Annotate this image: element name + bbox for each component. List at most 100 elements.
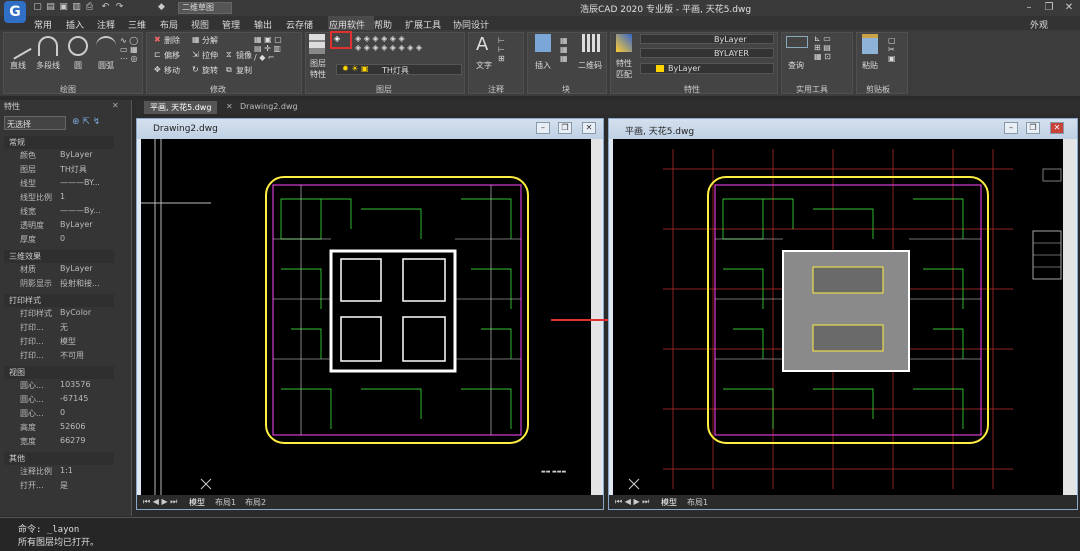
sheet-nav-right-icon[interactable]: ⏮ ◀ ▶ ⏭: [615, 497, 649, 507]
open-icon[interactable]: ▤: [45, 2, 56, 13]
property-category[interactable]: 三维效果: [4, 250, 114, 263]
selection-select[interactable]: 无选择: [4, 116, 66, 130]
util-tools-icon[interactable]: ⊾ ▭ ⊞ ▤ ▦ ⊡: [814, 34, 831, 61]
ribbon-erase[interactable]: 删除: [164, 35, 180, 46]
sheet-tab-model-left[interactable]: 模型: [189, 497, 205, 508]
property-value[interactable]: 投射和接...: [60, 278, 100, 289]
ribbon-mirror[interactable]: 镜像: [236, 50, 252, 61]
property-value[interactable]: 无: [60, 322, 68, 333]
minimize-icon[interactable]: –: [1022, 1, 1036, 14]
paste-icon[interactable]: [862, 34, 878, 54]
ribbon-text[interactable]: 文字: [476, 60, 492, 71]
lineweight-select[interactable]: [640, 48, 774, 58]
ribbon-move[interactable]: 移动: [164, 65, 180, 76]
workspace-select[interactable]: 二维草图: [178, 2, 232, 14]
layer-on-icon[interactable]: ◈: [334, 34, 340, 43]
sheet-tab-layout2-left[interactable]: 布局2: [245, 497, 266, 508]
arc-icon[interactable]: [96, 36, 116, 56]
mirror-icon[interactable]: ⧖: [226, 50, 232, 60]
ribbon-insert[interactable]: 插入: [535, 60, 551, 71]
layer-tools-icon[interactable]: ◈ ◈ ◈ ◈ ◈ ◈ ◈ ◈ ◈ ◈ ◈ ◈ ◈ ◈: [355, 34, 422, 52]
stretch-icon[interactable]: ⇲: [192, 50, 199, 59]
property-value[interactable]: TH灯具: [60, 164, 87, 175]
polyline-icon[interactable]: [38, 36, 58, 56]
app-logo[interactable]: G: [4, 1, 26, 23]
dim-icon[interactable]: ⊢ ⊢ ⊞: [498, 36, 505, 63]
qrcode-icon[interactable]: [582, 34, 600, 52]
doc-tab-active[interactable]: 平画, 天花5.dwg: [144, 101, 218, 114]
right-minimize-icon[interactable]: –: [1004, 122, 1018, 134]
sheet-tab-layout1-left[interactable]: 布局1: [215, 497, 236, 508]
circle-icon[interactable]: [68, 36, 88, 56]
layer-properties-icon[interactable]: [309, 34, 325, 54]
offset-icon[interactable]: ⊏: [154, 50, 161, 59]
new-icon[interactable]: ▢: [32, 2, 43, 13]
draw-tools-icon[interactable]: ∿ ◯ ▭ ▦ ⋯ ◎: [120, 36, 138, 63]
property-value[interactable]: ———BY...: [60, 178, 100, 187]
ribbon-line[interactable]: 直线: [10, 60, 26, 71]
property-category[interactable]: 打印样式: [4, 294, 114, 307]
ribbon-match-properties[interactable]: 特性 匹配: [616, 58, 632, 80]
property-value[interactable]: 52606: [60, 422, 85, 431]
ribbon-paste[interactable]: 粘贴: [862, 60, 878, 71]
property-value[interactable]: 1:1: [60, 466, 73, 475]
drawing-canvas-right[interactable]: [613, 139, 1063, 495]
move-icon[interactable]: ✥: [154, 65, 161, 74]
property-value[interactable]: 不可用: [60, 350, 84, 361]
property-value[interactable]: ByLayer: [60, 264, 93, 273]
copy-icon[interactable]: ⧉: [226, 65, 232, 75]
select-tools-icon[interactable]: ⊕ ⇱ ↯: [72, 117, 100, 127]
ribbon-query[interactable]: 查询: [788, 60, 804, 71]
property-value[interactable]: -67145: [60, 394, 88, 403]
property-category[interactable]: 常规: [4, 136, 114, 149]
left-minimize-icon[interactable]: –: [536, 122, 550, 134]
property-category[interactable]: 其他: [4, 452, 114, 465]
erase-icon[interactable]: ✖: [154, 35, 161, 44]
right-close-icon[interactable]: ✕: [1050, 122, 1064, 134]
property-value[interactable]: 66279: [60, 436, 85, 445]
close-icon[interactable]: ✕: [1062, 1, 1076, 14]
doc-tab-drawing2[interactable]: Drawing2.dwg: [234, 101, 304, 114]
ribbon-explode[interactable]: 分解: [202, 35, 218, 46]
left-close-icon[interactable]: ✕: [582, 122, 596, 134]
save-icon[interactable]: ▣: [58, 2, 69, 13]
modify-more-icon[interactable]: ▦ ▣ ▢ ▤ ✛ ▥ / ◆ ⌐: [254, 35, 282, 62]
block-tools-icon[interactable]: ▦ ▦ ▦: [560, 36, 568, 63]
properties-close-icon[interactable]: ✕: [112, 101, 119, 110]
left-restore-icon[interactable]: ❐: [558, 122, 572, 134]
cube-icon[interactable]: ◆: [156, 2, 167, 13]
right-restore-icon[interactable]: ❐: [1026, 122, 1040, 134]
saveas-icon[interactable]: ▥: [71, 2, 82, 13]
property-value[interactable]: 是: [60, 480, 68, 491]
explode-icon[interactable]: ▦: [192, 35, 200, 44]
ribbon-layer-properties[interactable]: 图层 特性: [310, 58, 326, 80]
redo-icon[interactable]: ↷: [114, 2, 125, 13]
command-line[interactable]: [0, 517, 1080, 551]
ribbon-polyline[interactable]: 多段线: [36, 60, 60, 71]
ribbon-rotate[interactable]: 旋转: [202, 65, 218, 76]
property-value[interactable]: ByLayer: [60, 150, 93, 159]
sheet-tab-layout1-right[interactable]: 布局1: [687, 497, 708, 508]
property-value[interactable]: ByLayer: [60, 220, 93, 229]
property-value[interactable]: 103576: [60, 380, 91, 389]
undo-icon[interactable]: ↶: [100, 2, 111, 13]
property-category[interactable]: 视图: [4, 366, 114, 379]
clip-tools-icon[interactable]: ▢ ✂ ▣: [888, 36, 896, 63]
sheet-tab-model-right[interactable]: 模型: [661, 497, 677, 508]
restore-icon[interactable]: ❐: [1042, 1, 1056, 14]
drawing-canvas-left[interactable]: ▬▬ ▬▬▬: [141, 139, 591, 495]
doc-tab-close-icon[interactable]: ✕: [226, 102, 233, 111]
property-value[interactable]: ByColor: [60, 308, 91, 317]
property-value[interactable]: 模型: [60, 336, 76, 347]
rotate-icon[interactable]: ↻: [192, 65, 199, 74]
vscroll-right[interactable]: [1063, 139, 1075, 495]
ribbon-qrcode[interactable]: 二维码: [578, 60, 602, 71]
text-icon[interactable]: A: [476, 34, 488, 55]
sheet-nav-icon[interactable]: ⏮ ◀ ▶ ⏭: [143, 497, 177, 507]
property-value[interactable]: 1: [60, 192, 65, 201]
ribbon-offset[interactable]: 偏移: [164, 50, 180, 61]
property-value[interactable]: ———By...: [60, 206, 101, 215]
ribbon-copy[interactable]: 复制: [236, 65, 252, 76]
match-properties-icon[interactable]: [616, 34, 632, 52]
property-value[interactable]: 0: [60, 234, 65, 243]
